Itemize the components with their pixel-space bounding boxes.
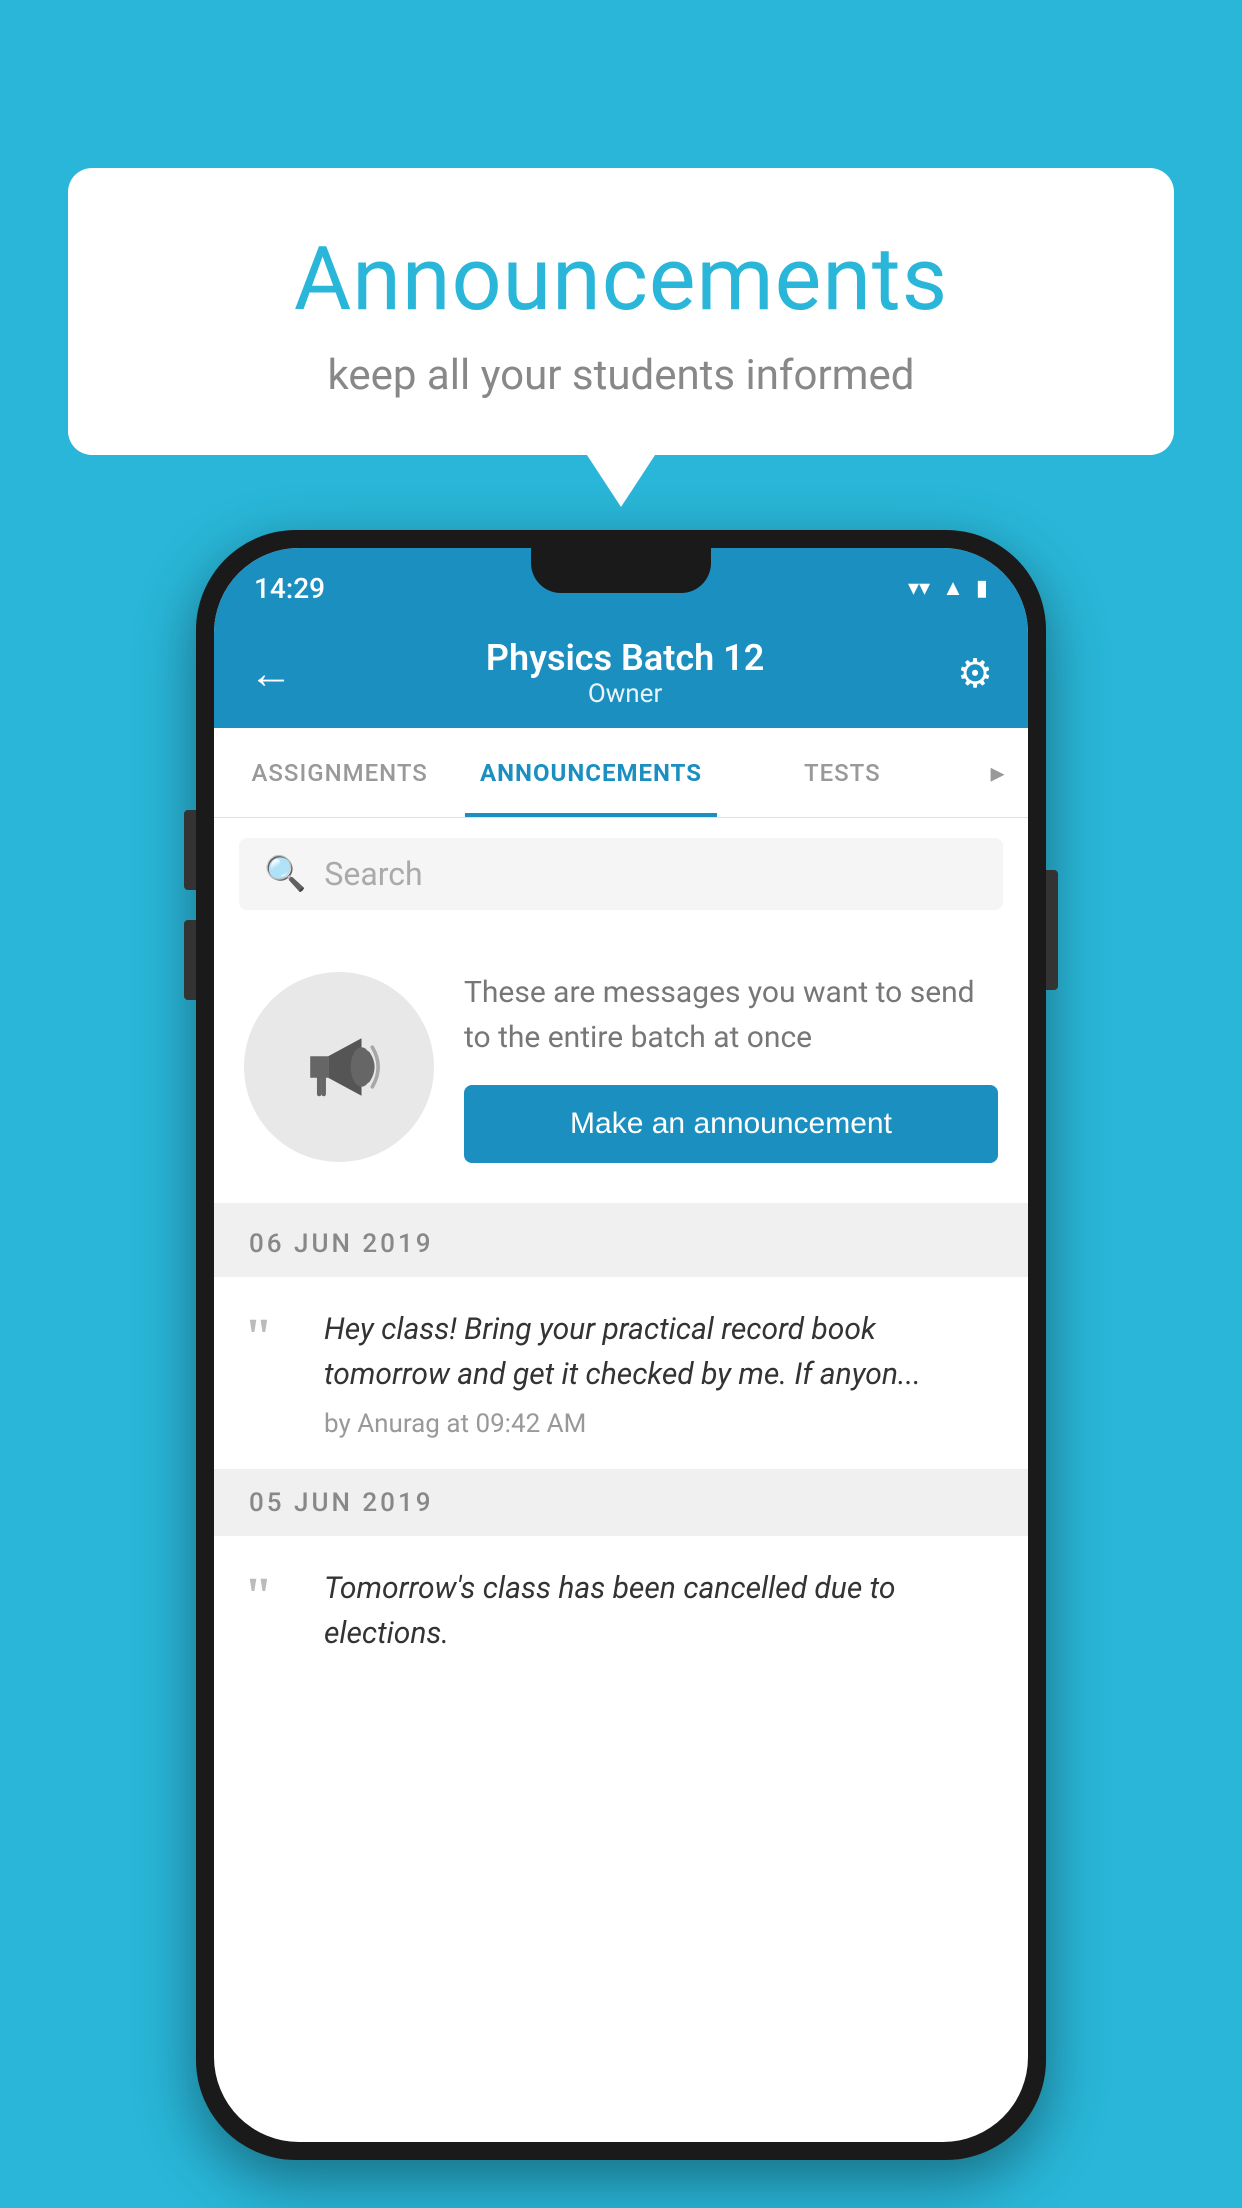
speech-bubble: Announcements keep all your students inf… bbox=[68, 168, 1174, 455]
app-header: ← Physics Batch 12 Owner ⚙ bbox=[214, 618, 1028, 728]
promo-description: These are messages you want to send to t… bbox=[464, 970, 998, 1060]
back-button[interactable]: ← bbox=[249, 647, 293, 699]
tab-tests[interactable]: TESTS bbox=[717, 728, 968, 817]
batch-title: Physics Batch 12 bbox=[486, 637, 764, 679]
wifi-icon: ▾▾ bbox=[908, 576, 930, 601]
header-title-group: Physics Batch 12 Owner bbox=[486, 637, 764, 709]
megaphone-icon bbox=[294, 1022, 384, 1112]
announcement-content-2: Tomorrow's class has been cancelled due … bbox=[324, 1566, 998, 1656]
phone-outer-shell: 14:29 ▾▾ ▲ ▮ ← Physics Batch 12 Owner ⚙ bbox=[196, 530, 1046, 2160]
battery-icon: ▮ bbox=[976, 576, 988, 601]
announcement-content-1: Hey class! Bring your practical record b… bbox=[324, 1307, 998, 1439]
search-bar[interactable]: 🔍 Search bbox=[239, 838, 1003, 910]
make-announcement-button[interactable]: Make an announcement bbox=[464, 1085, 998, 1163]
quote-icon-1: " bbox=[244, 1312, 299, 1439]
promo-section: These are messages you want to send to t… bbox=[214, 930, 1028, 1211]
phone-notch bbox=[531, 548, 711, 593]
tabs-bar: ASSIGNMENTS ANNOUNCEMENTS TESTS ▸ bbox=[214, 728, 1028, 818]
announcement-text-1: Hey class! Bring your practical record b… bbox=[324, 1307, 998, 1397]
status-icons: ▾▾ ▲ ▮ bbox=[908, 575, 988, 601]
settings-icon[interactable]: ⚙ bbox=[957, 650, 993, 697]
tab-assignments[interactable]: ASSIGNMENTS bbox=[214, 728, 465, 817]
power-button bbox=[1046, 870, 1058, 990]
announcements-title: Announcements bbox=[118, 228, 1124, 331]
batch-role: Owner bbox=[486, 679, 764, 709]
search-icon: 🔍 bbox=[264, 854, 306, 894]
promo-content: These are messages you want to send to t… bbox=[464, 970, 998, 1163]
signal-icon: ▲ bbox=[942, 575, 964, 601]
announcement-meta-1: by Anurag at 09:42 AM bbox=[324, 1409, 998, 1439]
date-separator-2: 05 JUN 2019 bbox=[214, 1470, 1028, 1536]
announcement-item-1[interactable]: " Hey class! Bring your practical record… bbox=[214, 1277, 1028, 1470]
date-separator-1: 06 JUN 2019 bbox=[214, 1211, 1028, 1277]
quote-icon-2: " bbox=[244, 1571, 299, 1656]
search-placeholder: Search bbox=[324, 855, 422, 893]
megaphone-circle bbox=[244, 972, 434, 1162]
announcements-subtitle: keep all your students informed bbox=[118, 351, 1124, 400]
announcement-text-2: Tomorrow's class has been cancelled due … bbox=[324, 1566, 998, 1656]
date-label-2: 05 JUN 2019 bbox=[249, 1488, 434, 1518]
search-bar-container: 🔍 Search bbox=[214, 818, 1028, 930]
announcement-item-2[interactable]: " Tomorrow's class has been cancelled du… bbox=[214, 1536, 1028, 1686]
volume-down-button bbox=[184, 920, 196, 1000]
tab-announcements[interactable]: ANNOUNCEMENTS bbox=[465, 728, 716, 817]
phone-mockup: 14:29 ▾▾ ▲ ▮ ← Physics Batch 12 Owner ⚙ bbox=[196, 530, 1046, 2160]
tab-more[interactable]: ▸ bbox=[968, 728, 1028, 817]
status-time: 14:29 bbox=[254, 572, 325, 605]
phone-screen: 14:29 ▾▾ ▲ ▮ ← Physics Batch 12 Owner ⚙ bbox=[214, 548, 1028, 2142]
date-label-1: 06 JUN 2019 bbox=[249, 1229, 434, 1259]
volume-up-button bbox=[184, 810, 196, 890]
